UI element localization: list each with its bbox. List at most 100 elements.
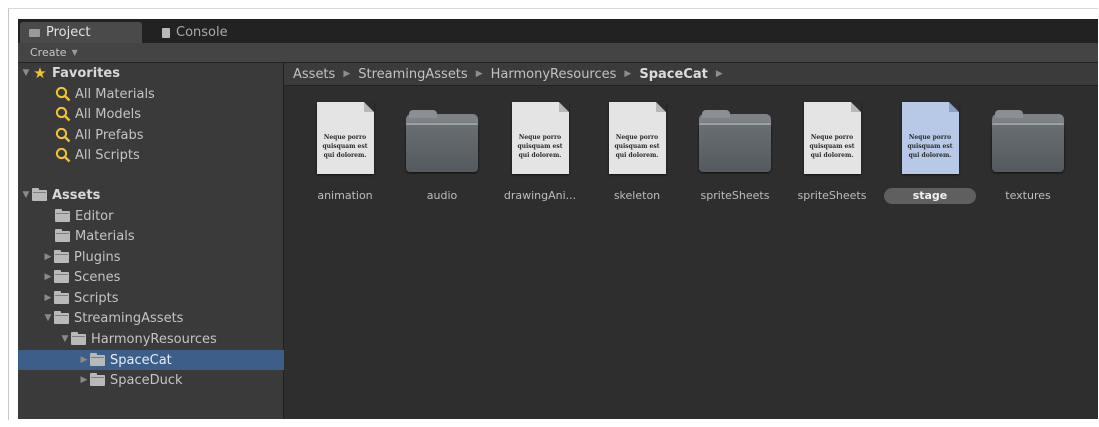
tree-item-editor[interactable]: Editor — [18, 206, 320, 226]
chevron-right-icon: ▶ — [343, 69, 351, 79]
create-label: Create — [30, 46, 67, 59]
favorite-label: All Materials — [75, 86, 155, 102]
favorite-all-prefabs[interactable]: All Prefabs — [18, 125, 320, 145]
tree-item-label: SpaceCat — [110, 352, 172, 368]
asset-label: drawingAni... — [503, 189, 577, 202]
tree-item-plugins[interactable]: ▶ Plugins — [18, 247, 308, 267]
chevron-right-icon: ▶ — [475, 69, 483, 79]
tab-console[interactable]: Console — [156, 22, 266, 43]
tree-item-label: HarmonyResources — [91, 331, 217, 347]
asset-item-stage[interactable]: Neque porro quisquam est qui dolorem. st… — [884, 102, 976, 212]
asset-item-textures[interactable]: textures — [982, 102, 1074, 212]
tree-item-label: Favorites — [52, 65, 120, 81]
expand-arrow-icon[interactable]: ▼ — [21, 190, 31, 200]
asset-thumbnail — [396, 102, 488, 174]
tab-console-label: Console — [176, 25, 228, 40]
star-icon: ★ — [33, 64, 47, 82]
tree-item-harmonyresources[interactable]: ▼ HarmonyResources — [18, 329, 325, 349]
asset-item-skeleton[interactable]: Neque porro quisquam est qui dolorem. sk… — [591, 102, 683, 212]
document-icon: Neque porro quisquam est qui dolorem. — [608, 102, 666, 174]
breadcrumb-item[interactable]: StreamingAssets — [358, 67, 467, 82]
tree-item-label: Editor — [75, 208, 114, 224]
asset-label-selected: stage — [884, 188, 976, 204]
tree-item-assets[interactable]: ▼ Assets — [18, 185, 286, 205]
favorite-all-materials[interactable]: All Materials — [18, 84, 320, 104]
tree-item-scenes[interactable]: ▶ Scenes — [18, 267, 308, 287]
tree-item-label: Scripts — [74, 290, 119, 306]
folder-icon — [71, 331, 86, 345]
document-preview-text: Neque porro quisquam est qui dolorem. — [322, 134, 368, 159]
project-toolbar: Create ▼ — [18, 43, 1098, 63]
expand-arrow-icon[interactable]: ▼ — [21, 68, 31, 78]
favorite-label: All Scripts — [75, 147, 140, 163]
asset-item-spritesheets-folder[interactable]: spriteSheets — [689, 102, 781, 212]
tree-item-label: Materials — [75, 228, 135, 244]
search-icon — [55, 106, 71, 122]
document-preview-text: Neque porro quisquam est qui dolorem. — [614, 134, 660, 159]
folder-tree-panel: ▼ ★ Favorites All Materials All Models A… — [18, 63, 344, 419]
asset-thumbnail: Neque porro quisquam est qui dolorem. — [591, 102, 683, 174]
breadcrumb-item[interactable]: HarmonyResources — [491, 67, 617, 82]
collapsed-arrow-icon[interactable]: ▶ — [43, 252, 53, 262]
tab-project-label: Project — [46, 25, 91, 40]
chevron-down-icon: ▼ — [71, 48, 78, 57]
expand-arrow-icon[interactable]: ▼ — [60, 334, 70, 344]
folder-icon — [29, 28, 40, 37]
favorite-all-scripts[interactable]: All Scripts — [18, 145, 320, 165]
asset-label: textures — [1005, 189, 1051, 202]
folder-icon — [54, 310, 69, 324]
breadcrumb: Assets ▶ StreamingAssets ▶ HarmonyResour… — [284, 63, 1098, 86]
project-window: Project Console Create ▼ ▼ ★ Favorites A… — [18, 19, 1098, 419]
expand-arrow-icon[interactable]: ▼ — [43, 313, 53, 323]
tree-item-scripts[interactable]: ▶ Scripts — [18, 288, 308, 308]
asset-label: spriteSheets — [797, 189, 867, 202]
tree-item-streamingassets[interactable]: ▼ StreamingAssets — [18, 308, 308, 328]
tab-project[interactable]: Project — [20, 22, 142, 43]
folder-icon — [54, 290, 69, 304]
collapsed-arrow-icon[interactable]: ▶ — [79, 355, 89, 365]
create-dropdown-button[interactable]: Create ▼ — [25, 45, 83, 60]
folder-icon — [54, 269, 69, 283]
tree-item-favorites[interactable]: ▼ ★ Favorites — [18, 63, 286, 83]
asset-browser-panel: Assets ▶ StreamingAssets ▶ HarmonyResour… — [284, 63, 1098, 419]
folder-icon — [90, 372, 105, 386]
asset-thumbnail: Neque porro quisquam est qui dolorem. — [494, 102, 586, 174]
asset-item-audio[interactable]: audio — [396, 102, 488, 212]
tree-item-label: StreamingAssets — [74, 310, 184, 326]
tree-item-label: Assets — [52, 187, 101, 203]
folder-icon — [54, 249, 69, 263]
tree-item-label: SpaceDuck — [110, 372, 183, 388]
asset-label: animation — [317, 189, 373, 202]
console-icon — [162, 27, 170, 38]
asset-thumbnail: Neque porro quisquam est qui dolorem. — [884, 102, 976, 174]
asset-label: audio — [426, 189, 458, 202]
breadcrumb-item-current[interactable]: SpaceCat — [639, 67, 708, 82]
asset-item-animation[interactable]: Neque porro quisquam est qui dolorem. an… — [299, 102, 391, 212]
asset-item-drawinganimation[interactable]: Neque porro quisquam est qui dolorem. dr… — [494, 102, 586, 212]
collapsed-arrow-icon[interactable]: ▶ — [79, 375, 89, 385]
tab-bar: Project Console — [18, 19, 1098, 43]
asset-label: spriteSheets — [700, 189, 770, 202]
favorite-label: All Models — [75, 106, 142, 122]
document-icon: Neque porro quisquam est qui dolorem. — [511, 102, 569, 174]
tree-item-label: Plugins — [74, 249, 121, 265]
search-icon — [55, 147, 71, 163]
document-preview-text: Neque porro quisquam est qui dolorem. — [517, 134, 563, 159]
collapsed-arrow-icon[interactable]: ▶ — [43, 293, 53, 303]
asset-label: skeleton — [613, 189, 661, 202]
favorite-all-models[interactable]: All Models — [18, 104, 320, 124]
tree-item-label: Scenes — [74, 269, 121, 285]
asset-item-spritesheets-file[interactable]: Neque porro quisquam est qui dolorem. sp… — [786, 102, 878, 212]
tree-item-materials[interactable]: Materials — [18, 226, 320, 246]
folder-icon — [699, 110, 771, 172]
search-icon — [55, 86, 71, 102]
asset-thumbnail: Neque porro quisquam est qui dolorem. — [299, 102, 391, 174]
folder-icon — [55, 208, 70, 222]
folder-icon — [55, 228, 70, 242]
breadcrumb-item[interactable]: Assets — [293, 67, 335, 82]
chevron-right-icon[interactable]: ▶ — [716, 69, 723, 79]
asset-thumbnail — [689, 102, 781, 174]
document-icon: Neque porro quisquam est qui dolorem. — [316, 102, 374, 174]
collapsed-arrow-icon[interactable]: ▶ — [43, 272, 53, 282]
folder-icon — [90, 352, 105, 366]
